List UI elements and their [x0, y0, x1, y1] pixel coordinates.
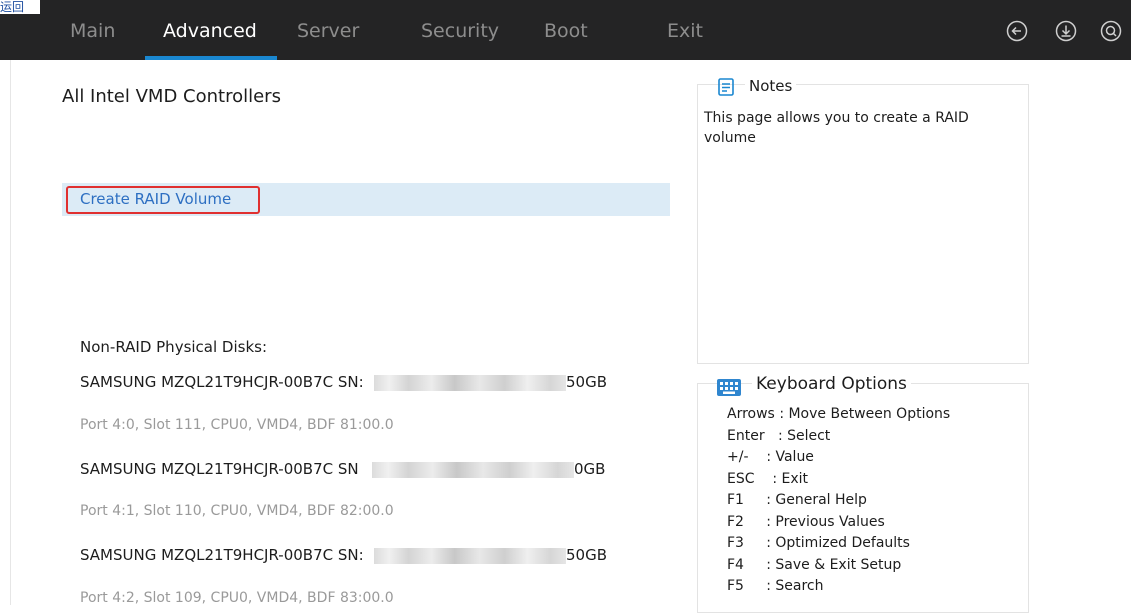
key-desc: : Save & Exit Setup	[766, 556, 902, 573]
corner-label: 运回	[0, 0, 40, 14]
disk-name[interactable]: SAMSUNG MZQL21T9HCJR-00B7C SN:	[80, 373, 364, 391]
back-arrow-icon[interactable]	[1006, 20, 1028, 42]
key-row: F1 : General Help	[727, 490, 950, 512]
disk-port-info: Port 4:1, Slot 110, CPU0, VMD4, BDF 82:0…	[80, 503, 394, 519]
key-row: F2 : Previous Values	[727, 512, 950, 534]
key-name: F5	[727, 578, 744, 594]
disk-size: 0GB	[574, 460, 606, 478]
key-row: Enter : Select	[727, 426, 950, 448]
key-row: F4 : Save & Exit Setup	[727, 555, 950, 577]
keyboard-options-title: Keyboard Options	[752, 374, 911, 394]
tab-exit[interactable]: Exit	[667, 18, 703, 44]
key-desc: : Optimized Defaults	[766, 535, 910, 551]
key-desc: : Select	[777, 427, 831, 444]
key-name: F4	[727, 556, 744, 573]
notes-title: Notes	[745, 77, 797, 95]
tab-main[interactable]: Main	[70, 18, 115, 44]
notes-text: This page allows you to create a RAID vo…	[704, 110, 969, 146]
key-name: F1	[727, 492, 744, 508]
disk-name[interactable]: SAMSUNG MZQL21T9HCJR-00B7C SN:	[80, 546, 364, 564]
key-row: F5 : Search	[727, 576, 950, 598]
serial-redaction	[374, 375, 566, 391]
key-name: Enter	[727, 427, 765, 444]
search-icon[interactable]	[1100, 20, 1122, 42]
tab-advanced[interactable]: Advanced	[163, 18, 257, 44]
key-desc: : Value	[766, 449, 814, 465]
page-title: All Intel VMD Controllers	[62, 86, 281, 107]
disk-port-info: Port 4:0, Slot 111, CPU0, VMD4, BDF 81:0…	[80, 417, 394, 433]
key-desc: : Exit	[772, 470, 809, 487]
key-name: ESC	[727, 470, 755, 487]
left-divider	[10, 60, 11, 605]
key-row: ESC : Exit	[727, 469, 950, 491]
tab-boot[interactable]: Boot	[544, 18, 588, 44]
serial-redaction	[374, 548, 566, 564]
tab-server[interactable]: Server	[297, 18, 359, 44]
keyboard-icon	[716, 376, 742, 398]
download-icon[interactable]	[1055, 20, 1077, 42]
key-name: Arrows	[727, 406, 775, 422]
key-desc: : General Help	[766, 492, 867, 508]
notes-icon	[718, 78, 734, 96]
key-desc: : Move Between Options	[779, 406, 951, 422]
tab-security[interactable]: Security	[421, 18, 499, 44]
non-raid-disks-heading: Non-RAID Physical Disks:	[80, 338, 268, 356]
key-name: +/-	[727, 449, 749, 465]
disk-size: 50GB	[566, 546, 608, 564]
key-row: +/- : Value	[727, 447, 950, 469]
key-desc: : Search	[766, 578, 824, 594]
keyboard-options-list: Arrows : Move Between Options Enter : Se…	[727, 404, 950, 598]
serial-redaction	[372, 462, 574, 478]
key-name: F3	[727, 535, 744, 551]
disk-name[interactable]: SAMSUNG MZQL21T9HCJR-00B7C SN	[80, 460, 359, 478]
key-name: F2	[727, 513, 744, 530]
key-row: F3 : Optimized Defaults	[727, 533, 950, 555]
disk-size: 50GB	[566, 373, 608, 391]
key-desc: : Previous Values	[766, 513, 885, 530]
active-tab-indicator	[145, 56, 277, 60]
key-row: Arrows : Move Between Options	[727, 404, 950, 426]
create-raid-volume-link[interactable]: Create RAID Volume	[80, 190, 231, 208]
disk-port-info: Port 4:2, Slot 109, CPU0, VMD4, BDF 83:0…	[80, 590, 394, 606]
